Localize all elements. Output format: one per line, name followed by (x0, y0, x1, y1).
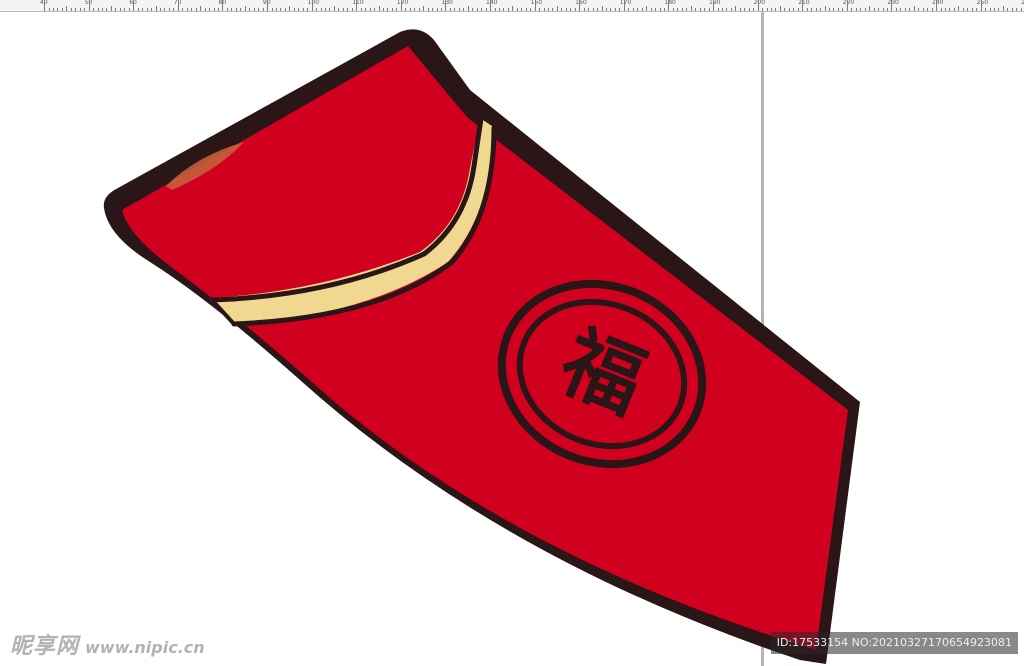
watermark-logo-text: 昵享网 (10, 634, 80, 659)
watermark-left: 昵享网 www.nipic.cn (10, 628, 205, 660)
red-envelope-illustration: 福 (103, 29, 861, 665)
watermark-id-badge: ID:17533154 NO:20210327170654923081 (770, 632, 1018, 654)
watermark-id-text: ID:17533154 NO:20210327170654923081 (776, 636, 1012, 649)
watermark-url: www.nipic.cn (85, 638, 205, 657)
